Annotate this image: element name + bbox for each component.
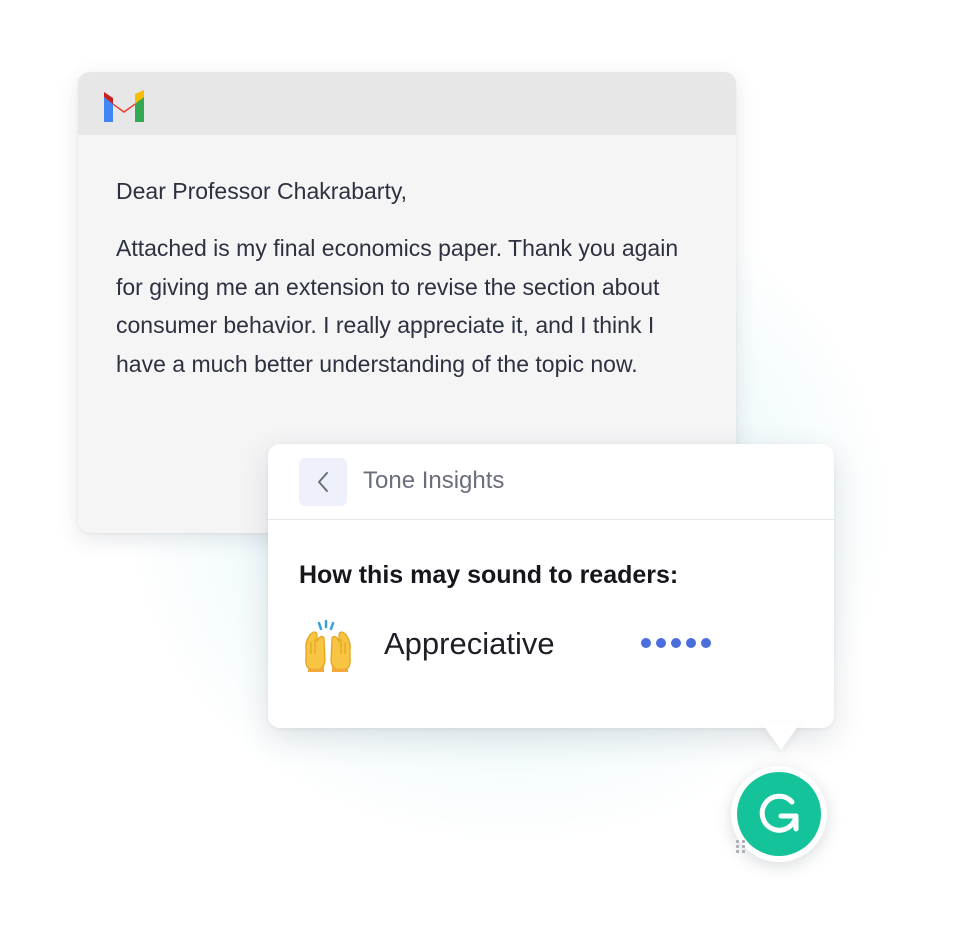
gmail-icon xyxy=(104,90,144,122)
tone-intensity-dot xyxy=(656,638,666,648)
raising-hands-icon xyxy=(305,620,351,672)
tone-panel-title: Tone Insights xyxy=(363,467,505,494)
tone-insights-panel: Tone Insights How this may sound to read… xyxy=(268,444,834,728)
email-paragraph: Attached is my final economics paper. Th… xyxy=(116,235,679,377)
email-greeting: Dear Professor Chakrabarty, xyxy=(116,178,408,204)
tone-intensity-dot xyxy=(701,638,711,648)
drag-handle[interactable] xyxy=(736,840,746,853)
tone-panel-header: Tone Insights xyxy=(268,444,834,520)
stage: Dear Professor Chakrabarty, Attached is … xyxy=(0,0,972,950)
grammarly-logo-circle xyxy=(737,772,821,856)
tone-question: How this may sound to readers: xyxy=(299,561,679,589)
panel-pointer xyxy=(761,722,801,750)
back-button[interactable] xyxy=(299,458,347,506)
email-header xyxy=(78,72,736,135)
tone-label: Appreciative xyxy=(384,626,555,661)
tone-intensity-dot xyxy=(671,638,681,648)
grammarly-logo-icon xyxy=(759,793,799,833)
tone-intensity-dot xyxy=(641,638,651,648)
tone-intensity-dots xyxy=(641,638,711,648)
email-body[interactable]: Dear Professor Chakrabarty, Attached is … xyxy=(78,135,736,383)
chevron-left-icon xyxy=(318,472,328,492)
tone-intensity-dot xyxy=(686,638,696,648)
